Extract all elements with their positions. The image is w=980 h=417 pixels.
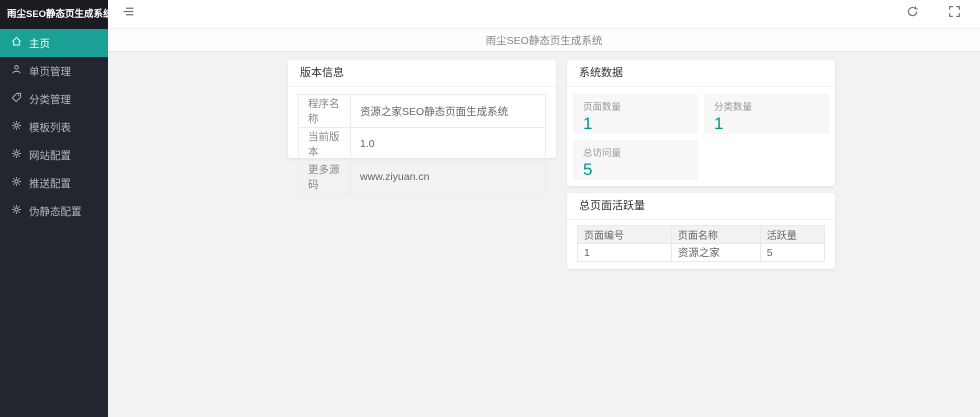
- stat-value: 1: [583, 114, 688, 134]
- stat-value: 1: [714, 114, 819, 134]
- sidebar-nav: 主页 单页管理 分类管理 模板列表 网站配置 推送配置 伪静态配置: [0, 29, 108, 225]
- column-header: 活跃量: [760, 226, 824, 244]
- card-title: 版本信息: [288, 60, 556, 87]
- home-icon: [11, 36, 22, 50]
- gear-icon: [11, 148, 22, 162]
- sidebar-item-home[interactable]: 主页: [0, 29, 108, 57]
- cell-page-name: 资源之家: [671, 244, 760, 262]
- row-label: 当前版本: [299, 128, 351, 161]
- sidebar-item-label: 单页管理: [29, 64, 71, 79]
- user-icon: [11, 64, 22, 78]
- column-header: 页面名称: [671, 226, 760, 244]
- table-row: 更多源码 www.ziyuan.cn: [299, 161, 546, 194]
- sidebar-item-label: 伪静态配置: [29, 204, 82, 219]
- sidebar-item-label: 主页: [29, 36, 50, 51]
- tag-icon: [11, 92, 22, 106]
- tab-bar: 雨尘SEO静态页生成系统: [108, 29, 980, 52]
- page-activity-card: 总页面活跃量 页面编号 页面名称 活跃量 1 资源之家 5: [567, 193, 835, 269]
- refresh-button[interactable]: [898, 0, 926, 28]
- row-value: 1.0: [351, 128, 546, 161]
- topbar: [108, 0, 980, 29]
- gear-icon: [11, 204, 22, 218]
- sidebar-item-push-config[interactable]: 推送配置: [0, 169, 108, 197]
- row-label: 更多源码: [299, 161, 351, 194]
- indent-icon: [122, 5, 135, 23]
- sidebar-item-single-page[interactable]: 单页管理: [0, 57, 108, 85]
- menu-toggle-button[interactable]: [114, 0, 142, 28]
- table-header-row: 页面编号 页面名称 活跃量: [578, 226, 825, 244]
- row-label: 程序名称: [299, 95, 351, 128]
- sidebar-item-label: 模板列表: [29, 120, 71, 135]
- stat-label: 总访问量: [583, 145, 688, 159]
- refresh-icon: [906, 5, 919, 23]
- stat-box-visits: 总访问量 5: [573, 140, 698, 180]
- table-row: 1 资源之家 5: [578, 244, 825, 262]
- sidebar-item-label: 分类管理: [29, 92, 71, 107]
- fullscreen-icon: [948, 5, 961, 23]
- stat-box-categories: 分类数量 1: [704, 94, 829, 134]
- sidebar-item-site-config[interactable]: 网站配置: [0, 141, 108, 169]
- gear-icon: [11, 176, 22, 190]
- app-title: 雨尘SEO静态页生成系统: [0, 0, 108, 29]
- column-header: 页面编号: [578, 226, 672, 244]
- card-title: 系统数据: [567, 60, 835, 87]
- stat-label: 分类数量: [714, 99, 819, 113]
- main-content: 版本信息 程序名称 资源之家SEO静态页面生成系统 当前版本 1.0 更多源码 …: [108, 52, 980, 417]
- activity-table: 页面编号 页面名称 活跃量 1 资源之家 5: [577, 225, 825, 262]
- version-info-card: 版本信息 程序名称 资源之家SEO静态页面生成系统 当前版本 1.0 更多源码 …: [288, 60, 556, 158]
- system-data-card: 系统数据 页面数量 1 分类数量 1 总访问量 5: [567, 60, 835, 186]
- sidebar: 雨尘SEO静态页生成系统 主页 单页管理 分类管理 模板列表 网站配置 推送配置: [0, 0, 108, 417]
- table-row: 当前版本 1.0: [299, 128, 546, 161]
- fullscreen-button[interactable]: [940, 0, 968, 28]
- table-row: 程序名称 资源之家SEO静态页面生成系统: [299, 95, 546, 128]
- gear-icon: [11, 120, 22, 134]
- sidebar-item-template-list[interactable]: 模板列表: [0, 113, 108, 141]
- card-title: 总页面活跃量: [567, 193, 835, 220]
- sidebar-item-static-config[interactable]: 伪静态配置: [0, 197, 108, 225]
- stat-label: 页面数量: [583, 99, 688, 113]
- stat-box-pages: 页面数量 1: [573, 94, 698, 134]
- row-value: 资源之家SEO静态页面生成系统: [351, 95, 546, 128]
- tab-home[interactable]: 雨尘SEO静态页生成系统: [472, 33, 617, 48]
- version-table: 程序名称 资源之家SEO静态页面生成系统 当前版本 1.0 更多源码 www.z…: [298, 94, 546, 194]
- sidebar-item-label: 推送配置: [29, 176, 71, 191]
- row-value: www.ziyuan.cn: [351, 161, 546, 194]
- sidebar-item-category[interactable]: 分类管理: [0, 85, 108, 113]
- sidebar-item-label: 网站配置: [29, 148, 71, 163]
- stat-value: 5: [583, 160, 688, 180]
- cell-page-id: 1: [578, 244, 672, 262]
- cell-page-views: 5: [760, 244, 824, 262]
